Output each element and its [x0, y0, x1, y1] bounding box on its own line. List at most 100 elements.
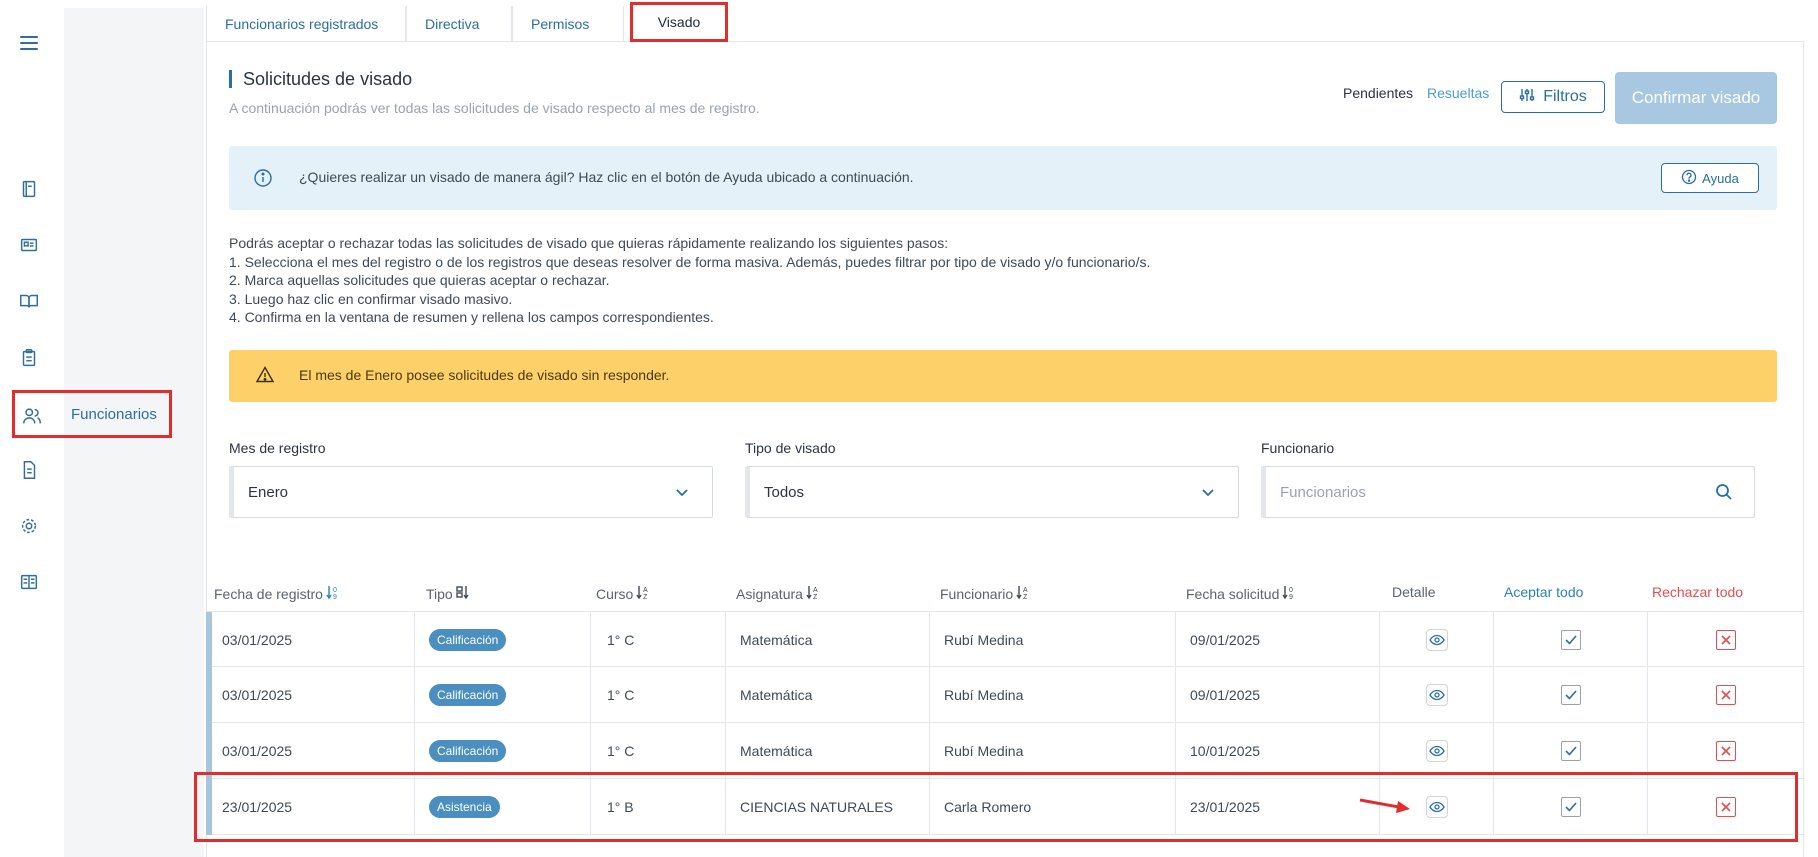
sidebar-item-label: Funcionarios: [71, 406, 157, 423]
view-detail-icon[interactable]: [1425, 796, 1448, 818]
reject-checkbox[interactable]: [1716, 741, 1736, 761]
instructions-intro: Podrás aceptar o rechazar todas las soli…: [229, 235, 949, 251]
accept-checkbox[interactable]: [1560, 797, 1581, 817]
info-icon: [253, 168, 273, 188]
reject-checkbox[interactable]: [1716, 685, 1736, 705]
cell-curso: 1° C: [591, 612, 726, 668]
svg-text:Z: Z: [1023, 594, 1028, 600]
filters-button[interactable]: Filtros: [1501, 81, 1605, 113]
staff-search-input[interactable]: Funcionarios: [1261, 466, 1755, 518]
open-book-icon[interactable]: [18, 290, 40, 312]
sort-icon: AZ: [636, 584, 650, 603]
header-asignatura[interactable]: Asignatura AZ: [736, 584, 820, 603]
main-area: Funcionarios registrados Directiva Permi…: [194, 0, 1810, 857]
svg-text:9: 9: [1289, 594, 1293, 600]
reject-checkbox[interactable]: [1716, 630, 1736, 650]
chevron-down-icon: [674, 484, 690, 500]
instructions: Podrás aceptar o rechazar todas las soli…: [229, 234, 1150, 327]
cell-funcionario: Rubí Medina: [930, 723, 1176, 779]
header-funcionario[interactable]: Funcionario AZ: [940, 584, 1030, 603]
document-icon[interactable]: [18, 459, 40, 481]
cell-aceptar: [1494, 667, 1648, 723]
reject-checkbox[interactable]: [1716, 797, 1736, 817]
sliders-icon: [1519, 87, 1535, 108]
view-detail-icon[interactable]: [1425, 684, 1448, 706]
header-label: Funcionario: [940, 585, 1014, 602]
sort-icon: [456, 584, 470, 603]
chevron-down-icon: [1200, 484, 1216, 500]
type-label: Tipo de visado: [745, 440, 836, 456]
users-icon: [21, 405, 43, 427]
tab-permisos[interactable]: Permisos: [512, 6, 624, 42]
reject-all-button[interactable]: Rechazar todo: [1652, 584, 1743, 600]
type-select[interactable]: Todos: [745, 466, 1239, 518]
cell-solicitud: 09/01/2025: [1176, 612, 1380, 668]
status-badge: Calificación: [429, 629, 507, 651]
instruction-step: 2. Marca aquellas solicitudes que quiera…: [229, 272, 610, 288]
table-row: 03/01/2025 Calificación 1° C Matemática …: [206, 611, 1804, 668]
tab-directiva[interactable]: Directiva: [406, 6, 512, 42]
svg-text:A: A: [1023, 587, 1028, 594]
header-label: Tipo: [426, 585, 453, 602]
help-button[interactable]: Ayuda: [1661, 163, 1759, 193]
arrow-annotation-icon: [1359, 798, 1410, 813]
accept-checkbox[interactable]: [1560, 685, 1581, 705]
month-label: Mes de registro: [229, 440, 326, 456]
cell-tipo: Calificación: [415, 667, 591, 723]
status-badge: Calificación: [429, 740, 507, 762]
instruction-step: 4. Confirma en la ventana de resumen y r…: [229, 309, 714, 325]
sidebar-item-funcionarios[interactable]: Funcionarios: [12, 390, 172, 438]
cell-rechazar: [1648, 779, 1804, 835]
sort-icon: AZ: [1016, 584, 1030, 603]
svg-text:Z: Z: [813, 594, 818, 600]
header-fecha-registro[interactable]: Fecha de registro 09: [214, 584, 340, 603]
table-row: 03/01/2025 Calificación 1° C Matemática …: [206, 723, 1804, 779]
search-icon[interactable]: [1714, 482, 1734, 502]
cell-solicitud: 10/01/2025: [1176, 723, 1380, 779]
cell-tipo: Calificación: [415, 723, 591, 779]
sort-icon: 09: [1282, 584, 1296, 603]
cell-tipo: Asistencia: [415, 779, 591, 835]
staff-label: Funcionario: [1261, 440, 1335, 456]
tab-visado[interactable]: Visado: [630, 2, 728, 42]
cell-rechazar: [1648, 612, 1804, 668]
sort-icon: AZ: [806, 584, 820, 603]
cell-curso: 1° C: [591, 667, 726, 723]
clipboard-icon[interactable]: [18, 347, 40, 369]
title-accent-bar: [229, 70, 232, 88]
header-detalle: Detalle: [1392, 584, 1436, 600]
cell-detalle: [1380, 612, 1494, 668]
info-text: ¿Quieres realizar un visado de manera ág…: [299, 169, 914, 185]
cell-aceptar: [1494, 612, 1648, 668]
header-tipo[interactable]: Tipo: [426, 584, 470, 603]
view-detail-icon[interactable]: [1425, 740, 1448, 762]
cell-solicitud: 09/01/2025: [1176, 667, 1380, 723]
sort-icon: 09: [326, 584, 340, 603]
page-subtitle: A continuación podrás ver todas las soli…: [229, 100, 760, 116]
cell-funcionario: Rubí Medina: [930, 667, 1176, 723]
gear-icon[interactable]: [18, 515, 40, 537]
toggle-resueltas[interactable]: Resueltas: [1427, 85, 1489, 101]
warning-icon: [255, 365, 275, 385]
view-detail-icon[interactable]: [1425, 629, 1448, 651]
accept-checkbox[interactable]: [1560, 630, 1581, 650]
question-icon: [1681, 169, 1697, 188]
header-fecha-solicitud[interactable]: Fecha solicitud 09: [1186, 584, 1296, 603]
confirm-visado-button[interactable]: Confirmar visado: [1615, 72, 1777, 124]
tab-funcionarios-registrados[interactable]: Funcionarios registrados: [206, 6, 406, 42]
svg-text:0: 0: [333, 587, 337, 594]
month-value: Enero: [248, 483, 289, 501]
accept-all-button[interactable]: Aceptar todo: [1504, 584, 1583, 600]
menu-icon[interactable]: [20, 36, 38, 50]
toggle-pendientes[interactable]: Pendientes: [1343, 85, 1413, 101]
guide-icon[interactable]: [18, 571, 40, 593]
id-card-icon[interactable]: [18, 234, 40, 256]
accept-checkbox[interactable]: [1560, 741, 1581, 761]
cell-asignatura: CIENCIAS NATURALES: [726, 779, 930, 835]
header-curso[interactable]: Curso AZ: [596, 584, 650, 603]
cell-funcionario: Carla Romero: [930, 779, 1176, 835]
month-select[interactable]: Enero: [229, 466, 713, 518]
status-badge: Calificación: [429, 684, 507, 706]
table-row: 03/01/2025 Calificación 1° C Matemática …: [206, 667, 1804, 723]
book-icon[interactable]: [18, 178, 40, 200]
